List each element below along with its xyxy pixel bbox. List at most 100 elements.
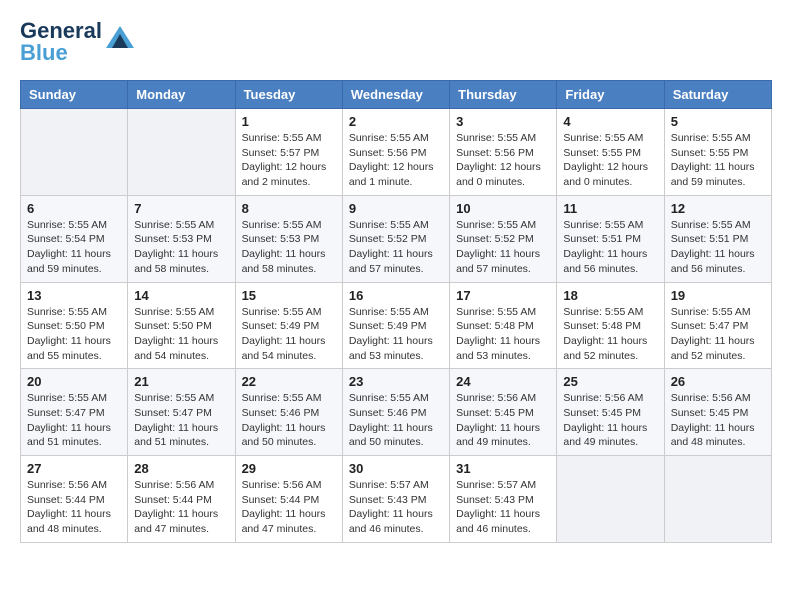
day-number: 3 [456, 114, 550, 129]
day-info: Sunrise: 5:56 AM Sunset: 5:45 PM Dayligh… [563, 391, 657, 450]
day-cell: 19 Sunrise: 5:55 AM Sunset: 5:47 PM Dayli… [664, 282, 771, 369]
day-number: 2 [349, 114, 443, 129]
day-cell [664, 456, 771, 543]
day-info: Sunrise: 5:55 AM Sunset: 5:52 PM Dayligh… [349, 218, 443, 277]
logo-text-blue: Blue [20, 42, 102, 64]
day-number: 16 [349, 288, 443, 303]
day-number: 22 [242, 374, 336, 389]
day-number: 13 [27, 288, 121, 303]
day-number: 7 [134, 201, 228, 216]
day-info: Sunrise: 5:55 AM Sunset: 5:56 PM Dayligh… [456, 131, 550, 190]
day-cell: 18 Sunrise: 5:55 AM Sunset: 5:48 PM Dayli… [557, 282, 664, 369]
week-row-4: 20 Sunrise: 5:55 AM Sunset: 5:47 PM Dayli… [21, 369, 772, 456]
day-info: Sunrise: 5:55 AM Sunset: 5:53 PM Dayligh… [134, 218, 228, 277]
day-number: 19 [671, 288, 765, 303]
day-cell [128, 109, 235, 196]
day-info: Sunrise: 5:55 AM Sunset: 5:51 PM Dayligh… [563, 218, 657, 277]
day-cell: 17 Sunrise: 5:55 AM Sunset: 5:48 PM Dayli… [450, 282, 557, 369]
day-info: Sunrise: 5:55 AM Sunset: 5:49 PM Dayligh… [349, 305, 443, 364]
page-header: General Blue [20, 20, 772, 64]
day-cell [557, 456, 664, 543]
day-info: Sunrise: 5:55 AM Sunset: 5:57 PM Dayligh… [242, 131, 336, 190]
day-info: Sunrise: 5:56 AM Sunset: 5:44 PM Dayligh… [27, 478, 121, 537]
day-info: Sunrise: 5:55 AM Sunset: 5:46 PM Dayligh… [349, 391, 443, 450]
header-cell-tuesday: Tuesday [235, 81, 342, 109]
header-cell-monday: Monday [128, 81, 235, 109]
day-number: 20 [27, 374, 121, 389]
day-cell: 5 Sunrise: 5:55 AM Sunset: 5:55 PM Daylig… [664, 109, 771, 196]
day-cell: 27 Sunrise: 5:56 AM Sunset: 5:44 PM Dayli… [21, 456, 128, 543]
day-number: 21 [134, 374, 228, 389]
day-info: Sunrise: 5:55 AM Sunset: 5:46 PM Dayligh… [242, 391, 336, 450]
header-cell-saturday: Saturday [664, 81, 771, 109]
day-cell: 10 Sunrise: 5:55 AM Sunset: 5:52 PM Dayli… [450, 195, 557, 282]
day-cell: 20 Sunrise: 5:55 AM Sunset: 5:47 PM Dayli… [21, 369, 128, 456]
day-cell [21, 109, 128, 196]
day-cell: 6 Sunrise: 5:55 AM Sunset: 5:54 PM Daylig… [21, 195, 128, 282]
day-info: Sunrise: 5:55 AM Sunset: 5:48 PM Dayligh… [563, 305, 657, 364]
day-cell: 16 Sunrise: 5:55 AM Sunset: 5:49 PM Dayli… [342, 282, 449, 369]
day-number: 10 [456, 201, 550, 216]
day-number: 24 [456, 374, 550, 389]
day-info: Sunrise: 5:55 AM Sunset: 5:55 PM Dayligh… [671, 131, 765, 190]
day-cell: 25 Sunrise: 5:56 AM Sunset: 5:45 PM Dayli… [557, 369, 664, 456]
week-row-1: 1 Sunrise: 5:55 AM Sunset: 5:57 PM Daylig… [21, 109, 772, 196]
day-info: Sunrise: 5:55 AM Sunset: 5:50 PM Dayligh… [27, 305, 121, 364]
day-info: Sunrise: 5:56 AM Sunset: 5:45 PM Dayligh… [671, 391, 765, 450]
day-cell: 21Sunrise: 5:55 AM Sunset: 5:47 PM Dayli… [128, 369, 235, 456]
day-info: Sunrise: 5:56 AM Sunset: 5:44 PM Dayligh… [242, 478, 336, 537]
day-info: Sunrise: 5:55 AM Sunset: 5:56 PM Dayligh… [349, 131, 443, 190]
day-number: 1 [242, 114, 336, 129]
day-info: Sunrise: 5:55 AM Sunset: 5:52 PM Dayligh… [456, 218, 550, 277]
day-cell: 1 Sunrise: 5:55 AM Sunset: 5:57 PM Daylig… [235, 109, 342, 196]
day-number: 30 [349, 461, 443, 476]
day-cell: 30Sunrise: 5:57 AM Sunset: 5:43 PM Dayli… [342, 456, 449, 543]
day-cell: 2 Sunrise: 5:55 AM Sunset: 5:56 PM Daylig… [342, 109, 449, 196]
day-cell: 22 Sunrise: 5:55 AM Sunset: 5:46 PM Dayli… [235, 369, 342, 456]
calendar-table: SundayMondayTuesdayWednesdayThursdayFrid… [20, 80, 772, 543]
day-info: Sunrise: 5:55 AM Sunset: 5:49 PM Dayligh… [242, 305, 336, 364]
day-number: 9 [349, 201, 443, 216]
calendar-header: SundayMondayTuesdayWednesdayThursdayFrid… [21, 81, 772, 109]
day-info: Sunrise: 5:55 AM Sunset: 5:54 PM Dayligh… [27, 218, 121, 277]
day-cell: 26Sunrise: 5:56 AM Sunset: 5:45 PM Dayli… [664, 369, 771, 456]
day-number: 14 [134, 288, 228, 303]
day-number: 15 [242, 288, 336, 303]
day-number: 6 [27, 201, 121, 216]
day-number: 29 [242, 461, 336, 476]
day-info: Sunrise: 5:55 AM Sunset: 5:47 PM Dayligh… [671, 305, 765, 364]
day-info: Sunrise: 5:56 AM Sunset: 5:44 PM Dayligh… [134, 478, 228, 537]
day-cell: 8 Sunrise: 5:55 AM Sunset: 5:53 PM Daylig… [235, 195, 342, 282]
day-info: Sunrise: 5:55 AM Sunset: 5:53 PM Dayligh… [242, 218, 336, 277]
day-cell: 23 Sunrise: 5:55 AM Sunset: 5:46 PM Dayli… [342, 369, 449, 456]
day-number: 8 [242, 201, 336, 216]
header-cell-thursday: Thursday [450, 81, 557, 109]
day-cell: 24 Sunrise: 5:56 AM Sunset: 5:45 PM Dayli… [450, 369, 557, 456]
day-info: Sunrise: 5:56 AM Sunset: 5:45 PM Dayligh… [456, 391, 550, 450]
day-number: 12 [671, 201, 765, 216]
day-number: 23 [349, 374, 443, 389]
day-number: 5 [671, 114, 765, 129]
day-info: Sunrise: 5:55 AM Sunset: 5:47 PM Dayligh… [27, 391, 121, 450]
day-number: 25 [563, 374, 657, 389]
day-cell: 9 Sunrise: 5:55 AM Sunset: 5:52 PM Daylig… [342, 195, 449, 282]
day-info: Sunrise: 5:55 AM Sunset: 5:51 PM Dayligh… [671, 218, 765, 277]
header-cell-wednesday: Wednesday [342, 81, 449, 109]
header-cell-sunday: Sunday [21, 81, 128, 109]
day-info: Sunrise: 5:55 AM Sunset: 5:50 PM Dayligh… [134, 305, 228, 364]
day-number: 28 [134, 461, 228, 476]
day-info: Sunrise: 5:55 AM Sunset: 5:48 PM Dayligh… [456, 305, 550, 364]
day-number: 17 [456, 288, 550, 303]
day-cell: 28 Sunrise: 5:56 AM Sunset: 5:44 PM Dayli… [128, 456, 235, 543]
logo: General Blue [20, 20, 134, 64]
week-row-2: 6 Sunrise: 5:55 AM Sunset: 5:54 PM Daylig… [21, 195, 772, 282]
header-cell-friday: Friday [557, 81, 664, 109]
day-number: 27 [27, 461, 121, 476]
day-number: 4 [563, 114, 657, 129]
day-number: 31 [456, 461, 550, 476]
logo-text-general: General [20, 20, 102, 42]
day-number: 18 [563, 288, 657, 303]
day-cell: 14 Sunrise: 5:55 AM Sunset: 5:50 PM Dayli… [128, 282, 235, 369]
day-number: 11 [563, 201, 657, 216]
day-cell: 31Sunrise: 5:57 AM Sunset: 5:43 PM Dayli… [450, 456, 557, 543]
